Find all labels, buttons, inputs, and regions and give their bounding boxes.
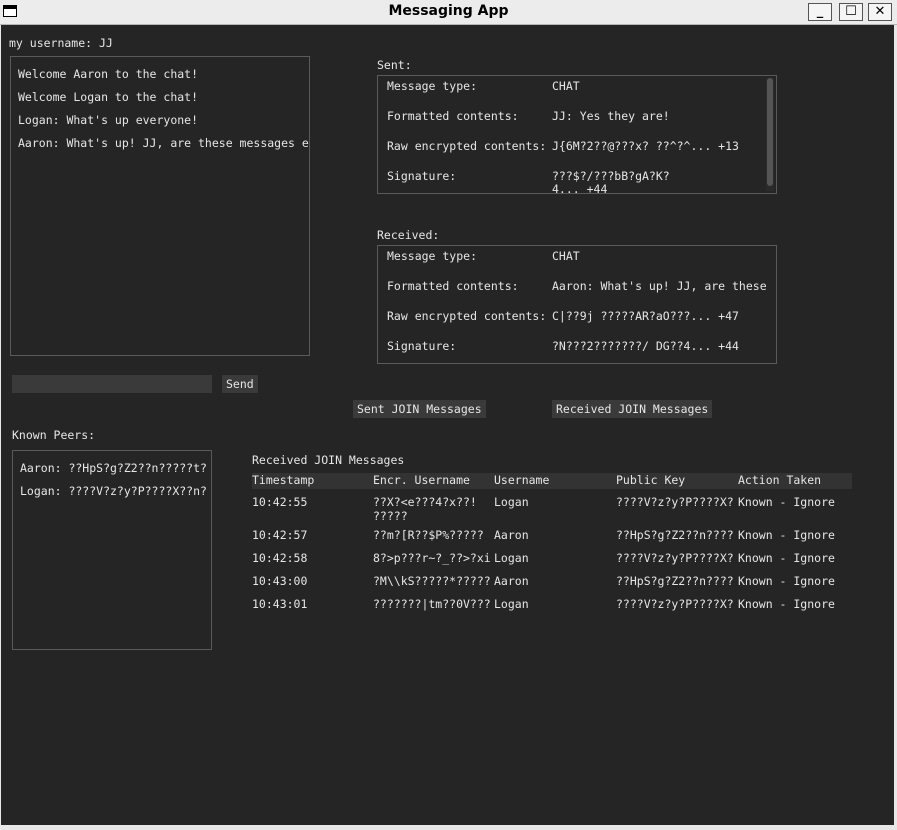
timestamp-cell: 10:42:55 — [252, 495, 308, 509]
sent-signature-value-cont: 4... +44 — [552, 182, 608, 194]
app-window: my username: JJ Welcome Aaron to the cha… — [1, 25, 894, 825]
column-header[interactable]: Timestamp — [252, 473, 314, 487]
join-table-header: Timestamp Encr. Username Username Public… — [252, 473, 852, 489]
chat-message: Welcome Logan to the chat! — [18, 90, 199, 104]
received-join-messages-button[interactable]: Received JOIN Messages — [552, 400, 713, 418]
sent-raw-value: J{6M?2??@???x? ??^?^... +13 — [552, 139, 739, 153]
chat-message: Logan: What's up everyone! — [18, 113, 199, 127]
received-signature-value: ?N???2???????/ DG??4... +44 — [552, 339, 739, 353]
join-table-title: Received JOIN Messages — [252, 453, 405, 467]
timestamp-cell: 10:43:00 — [252, 574, 308, 588]
action-cell: Known - Ignore — [738, 574, 835, 588]
timestamp-cell: 10:42:57 — [252, 528, 308, 542]
table-row[interactable]: 10:43:01 ???????|tm??0V??? Logan ????V?z… — [252, 597, 852, 615]
title-bar: Messaging App _ ☐ ✕ — [0, 0, 897, 25]
received-formatted-value: Aaron: What's up! JJ, are these — [552, 279, 767, 293]
encr-username-cell: 8?>p???r~?_??>?xi — [373, 551, 491, 565]
known-peers-list[interactable]: Aaron: ??HpS?g?Z2??n?????t? Logan: ????V… — [12, 450, 212, 650]
received-type-label: Message type: — [387, 249, 478, 263]
column-header[interactable]: Username — [494, 473, 549, 487]
sent-type-label: Message type: — [387, 79, 478, 93]
username-cell: Aaron — [494, 528, 529, 542]
column-header[interactable]: Encr. Username — [373, 473, 470, 487]
column-header[interactable]: Public Key — [616, 473, 685, 487]
close-button[interactable]: ✕ — [868, 3, 892, 21]
received-details[interactable]: Message type: CHAT Formatted contents: A… — [377, 245, 777, 364]
public-key-cell: ??HpS?g?Z2??n???? — [616, 574, 734, 588]
sent-heading: Sent: — [377, 58, 412, 72]
window-title: Messaging App — [388, 3, 509, 19]
table-row[interactable]: 10:42:58 8?>p???r~?_??>?xi Logan ????V?z… — [252, 551, 852, 569]
send-button[interactable]: Send — [222, 375, 258, 393]
action-cell: Known - Ignore — [738, 551, 835, 565]
action-cell: Known - Ignore — [738, 528, 835, 542]
username-label: my username: JJ — [9, 36, 113, 50]
maximize-button[interactable]: ☐ — [839, 3, 863, 21]
public-key-cell: ??HpS?g?Z2??n???? — [616, 528, 734, 542]
public-key-cell: ????V?z?y?P????X? — [616, 551, 734, 565]
message-input[interactable] — [12, 375, 212, 393]
sent-join-messages-button[interactable]: Sent JOIN Messages — [353, 400, 486, 418]
timestamp-cell: 10:42:58 — [252, 551, 308, 565]
encr-username-cell: ?M\\kS?????*????? — [373, 574, 491, 588]
sent-formatted-value: JJ: Yes they are! — [552, 109, 670, 123]
action-cell: Known - Ignore — [738, 495, 835, 509]
received-heading: Received: — [377, 228, 440, 242]
encr-username-cell: ??X?<e???4?x??! ????? — [373, 495, 477, 523]
public-key-cell: ????V?z?y?P????X? — [616, 597, 734, 611]
public-key-cell: ????V?z?y?P????X? — [616, 495, 734, 509]
timestamp-cell: 10:43:01 — [252, 597, 308, 611]
sent-details[interactable]: Message type: CHAT Formatted contents: J… — [377, 75, 777, 194]
chat-log[interactable]: Welcome Aaron to the chat! Welcome Logan… — [10, 56, 310, 356]
chat-message: Welcome Aaron to the chat! — [18, 67, 199, 81]
sent-formatted-label: Formatted contents: — [387, 109, 519, 123]
received-raw-value: C|??9j ?????AR?aO???... +47 — [552, 309, 739, 323]
list-item[interactable]: Aaron: ??HpS?g?Z2??n?????t? — [20, 461, 207, 475]
scrollbar-thumb[interactable] — [767, 78, 773, 186]
minimize-button[interactable]: _ — [808, 3, 832, 21]
received-formatted-label: Formatted contents: — [387, 279, 519, 293]
table-row[interactable]: 10:42:57 ??m?[R??$P%????? Aaron ??HpS?g?… — [252, 528, 852, 546]
column-header[interactable]: Action Taken — [738, 473, 821, 487]
username-cell: Logan — [494, 551, 529, 565]
encr-username-cell: ??m?[R??$P%????? — [373, 528, 484, 542]
chat-message: Aaron: What's up! JJ, are these messages… — [18, 136, 309, 150]
username-cell: Aaron — [494, 574, 529, 588]
known-peers-heading: Known Peers: — [12, 428, 96, 442]
sent-raw-label: Raw encrypted contents: — [387, 139, 547, 153]
table-row[interactable]: 10:43:00 ?M\\kS?????*????? Aaron ??HpS?g… — [252, 574, 852, 592]
received-signature-label: Signature: — [387, 339, 457, 353]
sent-signature-value: ???$?/???bB?gA?K? — [552, 169, 670, 183]
received-type-value: CHAT — [552, 249, 580, 263]
sent-signature-label: Signature: — [387, 169, 457, 183]
table-row[interactable]: 10:42:55 ??X?<e???4?x??! ????? Logan ???… — [252, 495, 852, 528]
action-cell: Known - Ignore — [738, 597, 835, 611]
received-raw-label: Raw encrypted contents: — [387, 309, 547, 323]
list-item[interactable]: Logan: ????V?z?y?P????X??n? — [20, 484, 207, 498]
sent-scrollbar[interactable] — [766, 78, 774, 191]
username-cell: Logan — [494, 495, 529, 509]
sent-type-value: CHAT — [552, 79, 580, 93]
encr-username-cell: ???????|tm??0V??? — [373, 597, 491, 611]
username-cell: Logan — [494, 597, 529, 611]
